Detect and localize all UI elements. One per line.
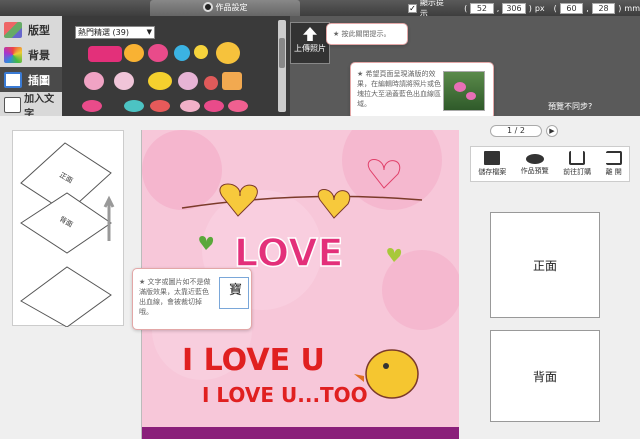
paren-open-2: ( <box>553 3 557 13</box>
tab-add-text[interactable]: 加入文字 <box>0 92 62 120</box>
sticker-heart-2[interactable] <box>204 76 218 90</box>
comma-2: , <box>586 3 589 13</box>
lotus-photo-thumbnail <box>443 71 485 111</box>
sticker-face[interactable] <box>124 44 144 62</box>
text-icon <box>4 96 22 113</box>
mm-label: mm <box>624 3 640 13</box>
tab-layout[interactable]: 版型 <box>0 17 62 42</box>
top-bar: 作品設定 ✓ 顯示提示 ( 52 , 306 ) px ( 60 , 28 ) … <box>0 0 640 18</box>
action-bar: 儲存檔案 作品預覽 前往訂購 離 開 <box>470 146 630 182</box>
back-face-label: 背面 <box>532 369 557 384</box>
hint-and-position-controls: ✓ 顯示提示 ( 52 , 306 ) px ( 60 , 28 ) mm <box>408 0 640 18</box>
save-label: 儲存檔案 <box>478 168 507 176</box>
exit-label: 離 開 <box>605 168 622 176</box>
photo-bleed-tip: ★ 希望頁面呈現滿版的效果，在編輯時請將照片或色塊拉大至涵蓋藍色出血線區域。 <box>350 62 494 120</box>
picture-icon <box>4 71 22 88</box>
show-hint-checkbox[interactable]: ✓ <box>408 3 417 13</box>
cart-icon <box>569 151 586 165</box>
scrollbar-thumb[interactable] <box>279 38 285 68</box>
sticker-bear[interactable] <box>114 72 134 90</box>
tab-illustration[interactable]: 插圖 <box>0 67 62 92</box>
save-button[interactable]: 儲存檔案 <box>478 151 506 177</box>
tab-background-label: 背景 <box>28 48 50 62</box>
pos-y-field[interactable]: 306 <box>502 2 526 14</box>
paren-close-2: ) <box>618 3 622 13</box>
preview-mismatch-link[interactable]: 預覽不同步? <box>548 101 592 112</box>
bleed-strip <box>142 427 459 439</box>
sticker-scrollbar[interactable] <box>278 20 286 112</box>
gear-icon <box>202 2 213 12</box>
sticker-row3-2[interactable] <box>124 100 144 112</box>
svg-text:I LOVE U...TOO: I LOVE U...TOO <box>202 383 368 407</box>
sticker-row3-6[interactable] <box>228 100 248 112</box>
paren-open: ( <box>464 3 468 13</box>
left-tabs: 版型 背景 插圖 加入文字 <box>0 16 62 120</box>
sticker-smile[interactable] <box>216 42 240 64</box>
pos-x-field[interactable]: 52 <box>470 2 494 14</box>
comma-1: , <box>496 3 500 13</box>
px-label: px <box>534 3 545 13</box>
sticker-category-select[interactable]: 熱門精選 (39) ▼ <box>75 26 155 39</box>
back-face-thumbnail[interactable]: 背面 <box>490 330 600 422</box>
sticker-row3-3[interactable] <box>150 100 170 112</box>
app-root: 作品設定 ✓ 顯示提示 ( 52 , 306 ) px ( 60 , 28 ) … <box>0 0 640 439</box>
fold-guide-panel: 正面 背面 <box>12 130 124 328</box>
front-face-thumbnail[interactable]: 正面 <box>490 212 600 318</box>
next-page-button[interactable]: ▶ <box>546 125 558 137</box>
tab-layout-label: 版型 <box>28 23 50 37</box>
page-indicator: 1 / 2 <box>490 125 542 137</box>
sticker-bird[interactable] <box>148 72 172 90</box>
paren-close-1: ) <box>528 3 532 13</box>
exit-icon <box>605 151 622 165</box>
order-button[interactable]: 前往訂購 <box>563 151 591 177</box>
preview-label: 作品預覽 <box>520 167 549 175</box>
preview-button[interactable]: 作品預覽 <box>521 152 549 176</box>
sticker-cake[interactable] <box>222 72 242 90</box>
sticker-star[interactable] <box>174 45 190 61</box>
work-settings-label: 作品設定 <box>215 3 248 12</box>
sticker-heart[interactable] <box>148 44 168 62</box>
text-bleed-text: ★ 文字或圖片如不是做滿版效果，太靠近藍色出血線，會被裁切掉哦。 <box>139 278 211 316</box>
palette-icon <box>4 46 22 63</box>
upload-photo-label: 上傳照片 <box>294 44 326 53</box>
width-field[interactable]: 60 <box>559 2 584 14</box>
save-icon <box>484 151 501 165</box>
exit-button[interactable]: 離 開 <box>606 151 622 177</box>
height-field[interactable]: 28 <box>591 2 616 14</box>
close-hint-tip[interactable]: ★ 按此關閉提示。 <box>326 23 408 45</box>
sticker-face-2[interactable] <box>178 72 198 90</box>
tab-add-text-label: 加入文字 <box>24 93 55 120</box>
tab-illustration-label: 插圖 <box>28 73 50 87</box>
text-bleed-sample: 寶 <box>219 277 249 309</box>
layout-icon <box>4 21 22 38</box>
close-hint-text: ★ 按此關閉提示。 <box>333 30 391 38</box>
eye-icon <box>525 154 544 164</box>
sticker-star-yellow[interactable] <box>194 45 208 59</box>
sticker-love[interactable] <box>88 46 122 62</box>
text-bleed-sample-char: 寶 <box>229 283 243 298</box>
upload-photo-button[interactable]: 上傳照片 <box>290 22 330 64</box>
sticker-flower[interactable] <box>84 72 104 90</box>
upload-arrow-icon <box>303 27 317 41</box>
photo-bleed-text: ★ 希望頁面呈現滿版的效果，在編輯時請將照片或色塊拉大至涵蓋藍色出血線區域。 <box>357 70 441 108</box>
sticker-row3-1[interactable] <box>82 100 102 112</box>
front-face-label: 正面 <box>532 258 557 273</box>
sticker-row3-5[interactable] <box>204 100 224 112</box>
sticker-category-value: 熱門精選 (39) <box>78 28 129 37</box>
svg-text:I LOVE U: I LOVE U <box>182 343 325 378</box>
tab-background[interactable]: 背景 <box>0 42 62 67</box>
work-settings-tab[interactable]: 作品設定 <box>150 0 300 16</box>
order-label: 前往訂購 <box>563 168 592 176</box>
sticker-row3-4[interactable] <box>180 100 200 112</box>
chevron-down-icon: ▼ <box>146 28 152 36</box>
text-bleed-tip: ★ 文字或圖片如不是做滿版效果，太靠近藍色出血線，會被裁切掉哦。 寶 <box>132 268 252 330</box>
